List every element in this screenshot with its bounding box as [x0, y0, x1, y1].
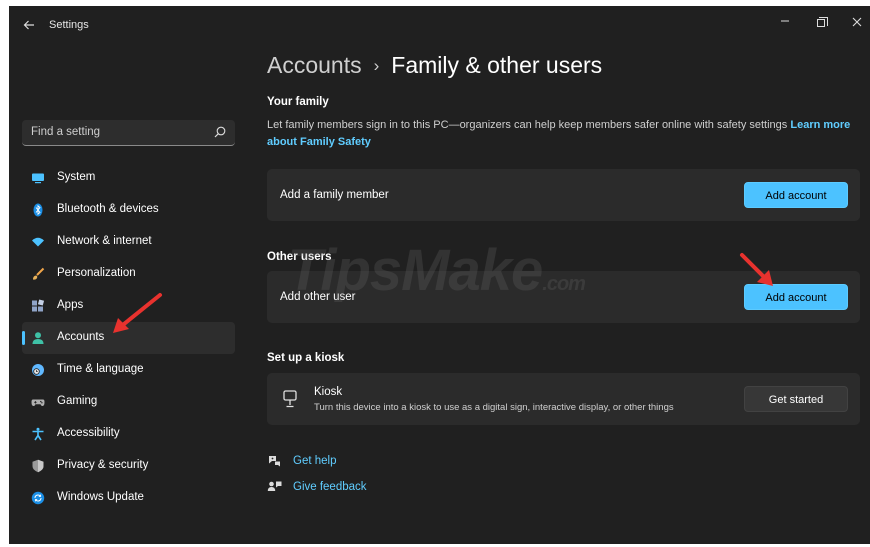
add-family-account-button[interactable]: Add account	[744, 182, 848, 208]
search-input[interactable]: Find a setting	[22, 120, 235, 146]
family-heading: Your family	[267, 96, 329, 108]
sidebar-item-label: Time & language	[57, 363, 144, 375]
add-family-member-card: Add a family member Add account	[267, 169, 860, 221]
close-icon[interactable]	[846, 12, 868, 34]
sidebar-item-label: Bluetooth & devices	[57, 203, 159, 215]
accessibility-icon	[32, 427, 44, 441]
search-placeholder: Find a setting	[31, 126, 101, 138]
person-icon	[32, 332, 44, 344]
update-icon	[31, 491, 45, 505]
sidebar-item-time-language[interactable]: Time & language	[22, 354, 235, 386]
add-other-user-card: Add other user Add account	[267, 271, 860, 323]
sidebar-item-apps[interactable]: Apps	[22, 290, 235, 322]
page-title: Family & other users	[391, 52, 603, 78]
sidebar-item-windows-update[interactable]: Windows Update	[22, 482, 235, 514]
back-arrow-icon[interactable]	[19, 16, 39, 36]
bluetooth-icon	[33, 203, 43, 217]
kiosk-icon	[283, 390, 297, 408]
sidebar-item-network[interactable]: Network & internet	[22, 226, 235, 258]
family-description-text: Let family members sign in to this PC—or…	[267, 119, 788, 131]
sidebar-item-label: Apps	[57, 299, 84, 311]
wifi-icon	[32, 237, 44, 247]
kiosk-card: Kiosk Turn this device into a kiosk to u…	[267, 373, 860, 425]
sidebar-item-bluetooth[interactable]: Bluetooth & devices	[22, 194, 235, 226]
give-feedback-label: Give feedback	[293, 481, 367, 493]
sidebar-item-label: Personalization	[57, 267, 136, 279]
apps-icon	[32, 299, 45, 312]
sidebar-item-label: Network & internet	[57, 235, 152, 247]
breadcrumb-separator: ›	[373, 56, 380, 75]
search-icon	[214, 126, 226, 138]
gamepad-icon	[31, 399, 45, 406]
sidebar-item-label: Gaming	[57, 395, 98, 407]
title-bar: Settings	[9, 6, 870, 46]
brush-icon	[33, 267, 45, 280]
get-started-button[interactable]: Get started	[744, 386, 848, 412]
settings-window: Settings Find a setting System Bluetooth…	[9, 6, 870, 544]
shield-icon	[32, 459, 44, 473]
restore-icon[interactable]	[810, 12, 832, 34]
sidebar-item-label: Windows Update	[57, 491, 144, 503]
sidebar-item-label: System	[57, 171, 96, 183]
add-other-user-label: Add other user	[280, 291, 356, 303]
sidebar-item-label: Privacy & security	[57, 459, 149, 471]
sidebar-nav: System Bluetooth & devices Network & int…	[22, 162, 235, 514]
sidebar-item-label: Accounts	[57, 331, 105, 343]
sidebar-item-label: Accessibility	[57, 427, 120, 439]
feedback-icon	[267, 481, 282, 491]
kiosk-heading: Set up a kiosk	[267, 352, 345, 364]
other-users-heading: Other users	[267, 251, 332, 263]
add-family-member-label: Add a family member	[280, 189, 389, 201]
minimize-icon[interactable]	[774, 12, 796, 34]
family-description: Let family members sign in to this PC—or…	[267, 117, 867, 151]
sidebar-item-accessibility[interactable]: Accessibility	[22, 418, 235, 450]
globe-clock-icon	[32, 364, 44, 376]
sidebar-item-personalization[interactable]: Personalization	[22, 258, 235, 290]
sidebar-item-gaming[interactable]: Gaming	[22, 386, 235, 418]
sidebar-item-system[interactable]: System	[22, 162, 235, 194]
monitor-icon	[32, 173, 44, 184]
kiosk-subtitle: Turn this device into a kiosk to use as …	[314, 402, 674, 413]
breadcrumb-parent[interactable]: Accounts	[267, 52, 362, 78]
breadcrumb: Accounts › Family & other users	[267, 52, 602, 79]
add-other-account-button[interactable]: Add account	[744, 284, 848, 310]
get-help-label: Get help	[293, 455, 337, 467]
help-chat-icon	[269, 456, 280, 467]
sidebar-item-accounts[interactable]: Accounts	[22, 322, 235, 354]
sidebar-item-privacy-security[interactable]: Privacy & security	[22, 450, 235, 482]
app-title: Settings	[49, 19, 89, 31]
kiosk-title: Kiosk	[314, 386, 343, 398]
